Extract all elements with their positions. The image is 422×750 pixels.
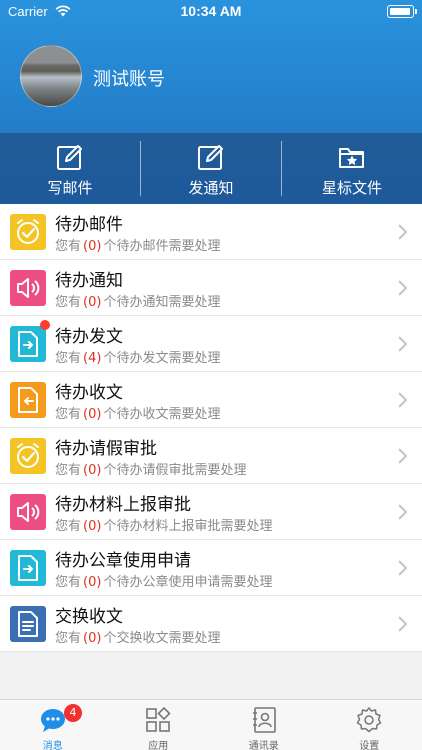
battery-icon xyxy=(387,5,417,18)
task-suffix: 个待办通知需要处理 xyxy=(103,295,221,310)
task-suffix: 个待办材料上报审批需要处理 xyxy=(103,519,273,534)
action-bar: 写邮件 发通知 星标文件 xyxy=(0,133,422,204)
unread-badge: 4 xyxy=(64,704,82,722)
task-suffix: 个待办公章使用申请需要处理 xyxy=(103,575,273,590)
send-notice-label: 发通知 xyxy=(188,179,234,197)
tab-apps[interactable]: 应用 xyxy=(106,700,212,750)
task-prefix: 您有 xyxy=(55,239,82,254)
task-row[interactable]: 待办发文 您有 (4) 个待办发文需要处理 xyxy=(0,316,422,372)
task-count: (0) xyxy=(83,519,102,534)
send-notice-button[interactable]: 发通知 xyxy=(141,133,281,204)
tab-messages-label: 消息 xyxy=(42,741,63,750)
chevron-right-icon xyxy=(398,392,408,408)
tab-settings[interactable]: 设置 xyxy=(317,700,422,750)
tab-settings-label: 设置 xyxy=(359,741,380,750)
chevron-right-icon xyxy=(398,616,408,632)
chevron-right-icon xyxy=(398,224,408,240)
task-row[interactable]: 交换收文 您有 (0) 个交换收文需要处理 xyxy=(0,596,422,652)
task-description: 您有 (0) 个待办邮件需要处理 xyxy=(55,235,220,254)
task-prefix: 您有 xyxy=(55,463,82,478)
task-suffix: 个待办收文需要处理 xyxy=(103,407,221,422)
edit-icon xyxy=(198,145,223,170)
chat-icon xyxy=(40,709,65,732)
task-row[interactable]: 待办公章使用申请 您有 (0) 个待办公章使用申请需要处理 xyxy=(0,540,422,596)
apps-grid-icon xyxy=(146,706,171,732)
task-prefix: 您有 xyxy=(55,407,82,422)
task-title: 待办材料上报审批 xyxy=(55,495,191,515)
task-list: 待办邮件 您有 (0) 个待办邮件需要处理 待办通知 您有 (0) 个待办通知需要处理 待办发文… xyxy=(0,204,422,652)
document-in-icon xyxy=(10,382,46,418)
task-description: 您有 (0) 个待办请假审批需要处理 xyxy=(55,459,246,478)
task-suffix: 个交换收文需要处理 xyxy=(103,631,221,646)
task-count: (0) xyxy=(83,295,102,310)
chevron-right-icon xyxy=(398,504,408,520)
tab-bar: 4 消息 应用 通讯录 设置 xyxy=(0,699,422,750)
chevron-right-icon xyxy=(398,448,408,464)
task-description: 您有 (0) 个待办公章使用申请需要处理 xyxy=(55,571,272,590)
document-out-icon xyxy=(10,326,46,362)
task-prefix: 您有 xyxy=(55,631,82,646)
avatar[interactable] xyxy=(20,45,82,107)
header: Carrier 10:34 AM 测试账号 写邮件 发通知 星标文件 xyxy=(0,0,422,204)
task-title: 待办收文 xyxy=(55,383,123,403)
task-prefix: 您有 xyxy=(55,519,82,534)
compose-email-label: 写邮件 xyxy=(47,179,93,197)
task-count: (0) xyxy=(83,407,102,422)
compose-email-button[interactable]: 写邮件 xyxy=(0,133,140,204)
task-description: 您有 (4) 个待办发文需要处理 xyxy=(55,347,220,366)
chevron-right-icon xyxy=(398,560,408,576)
task-count: (0) xyxy=(83,575,102,590)
starred-files-button[interactable]: 星标文件 xyxy=(282,133,422,204)
chevron-right-icon xyxy=(398,280,408,296)
settings-gear-icon xyxy=(357,707,382,733)
document-out-icon xyxy=(10,550,46,586)
task-row[interactable]: 待办材料上报审批 您有 (0) 个待办材料上报审批需要处理 xyxy=(0,484,422,540)
tab-apps-label: 应用 xyxy=(148,741,169,750)
task-suffix: 个待办发文需要处理 xyxy=(103,351,221,366)
tab-messages[interactable]: 4 消息 xyxy=(0,700,106,750)
task-suffix: 个待办邮件需要处理 xyxy=(103,239,221,254)
speaker-icon xyxy=(10,270,46,306)
chevron-right-icon xyxy=(398,336,408,352)
task-row[interactable]: 待办邮件 您有 (0) 个待办邮件需要处理 xyxy=(0,204,422,260)
task-row[interactable]: 待办通知 您有 (0) 个待办通知需要处理 xyxy=(0,260,422,316)
task-title: 待办邮件 xyxy=(55,215,123,235)
task-prefix: 您有 xyxy=(55,295,82,310)
document-list-icon xyxy=(10,606,46,642)
task-row[interactable]: 待办收文 您有 (0) 个待办收文需要处理 xyxy=(0,372,422,428)
clock-icon xyxy=(10,438,46,474)
starred-folder-icon xyxy=(339,148,364,168)
tab-contacts[interactable]: 通讯录 xyxy=(211,700,317,750)
task-prefix: 您有 xyxy=(55,575,82,590)
task-title: 交换收文 xyxy=(55,607,123,627)
contacts-icon xyxy=(252,707,276,733)
task-title: 待办发文 xyxy=(55,327,123,347)
task-row[interactable]: 待办请假审批 您有 (0) 个待办请假审批需要处理 xyxy=(0,428,422,484)
task-title: 待办通知 xyxy=(55,271,123,291)
task-description: 您有 (0) 个待办收文需要处理 xyxy=(55,403,220,422)
task-title: 待办请假审批 xyxy=(55,439,157,459)
edit-icon xyxy=(57,145,82,170)
clock-icon xyxy=(10,214,46,250)
clock: 10:34 AM xyxy=(180,3,242,19)
task-count: (0) xyxy=(83,239,102,254)
starred-files-label: 星标文件 xyxy=(321,179,382,197)
account-name[interactable]: 测试账号 xyxy=(93,65,165,91)
task-suffix: 个待办请假审批需要处理 xyxy=(103,463,247,478)
task-title: 待办公章使用申请 xyxy=(55,551,191,571)
speaker-icon xyxy=(10,494,46,530)
task-description: 您有 (0) 个待办通知需要处理 xyxy=(55,291,220,310)
status-bar: Carrier 10:34 AM xyxy=(0,0,422,24)
task-count: (0) xyxy=(83,463,102,478)
task-count: (0) xyxy=(83,631,102,646)
unread-dot xyxy=(40,320,50,330)
task-description: 您有 (0) 个交换收文需要处理 xyxy=(55,627,220,646)
tab-contacts-label: 通讯录 xyxy=(248,741,279,750)
task-prefix: 您有 xyxy=(55,351,82,366)
task-count: (4) xyxy=(83,351,102,366)
task-description: 您有 (0) 个待办材料上报审批需要处理 xyxy=(55,515,272,534)
